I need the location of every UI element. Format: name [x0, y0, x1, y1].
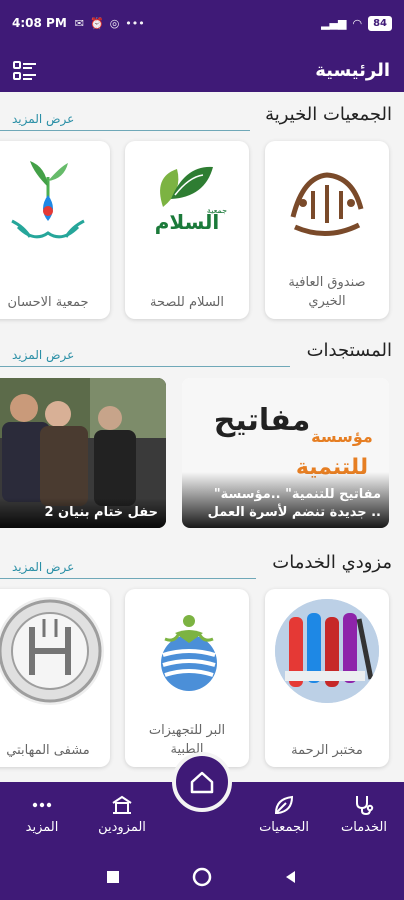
provider-card[interactable]: البر للتجهيزات الطبية [125, 589, 249, 767]
more-horizontal-icon [32, 802, 52, 808]
section-news-header: المستجدات عرض المزيد [0, 340, 404, 370]
signal-icon: ▂▄▆ [321, 16, 347, 30]
charity-name: السلام للصحة [149, 295, 224, 310]
page-title: الرئيسية [315, 60, 390, 81]
section-title: المستجدات [306, 340, 392, 361]
building-icon [112, 795, 132, 814]
logo-line-2: مفاتيح [214, 403, 311, 438]
app-header: الرئيسية [0, 50, 404, 94]
provider-name: البر للتجهيزات الطبية [148, 723, 226, 757]
show-more-link[interactable]: عرض المزيد [12, 112, 74, 126]
provider-logo [135, 599, 239, 703]
show-more-link[interactable]: عرض المزيد [12, 348, 74, 362]
provider-card[interactable]: مختبر الرحمة [265, 589, 389, 767]
divider [0, 366, 290, 367]
provider-card[interactable]: مشفى المهابتي [0, 589, 110, 767]
news-card[interactable]: مؤسسة مفاتيح للتنمية "مفاتيح للتنمية" ..… [182, 378, 389, 528]
charity-card[interactable]: جمعية الاحسان [0, 141, 110, 319]
nav-providers[interactable]: المزودين [82, 790, 162, 835]
news-caption: "مفاتيح للتنمية" ..مؤسسة جديدة تنضم لأسر… [182, 472, 389, 528]
system-navigation-bar [0, 854, 404, 900]
charity-logo [0, 147, 102, 255]
status-bar: 4:08 PM ✉ ⏰ ◎ ••• ▂▄▆ ◠ 84 [0, 0, 404, 46]
section-title: مزودي الخدمات [272, 552, 392, 573]
message-icon: ✉ [74, 16, 84, 30]
home-circle-icon[interactable] [192, 867, 212, 887]
charity-card[interactable]: صندوق العافية الخيري [265, 141, 389, 319]
provider-name: مختبر الرحمة [291, 743, 363, 758]
home-button[interactable] [172, 752, 232, 812]
more-dots-icon: ••• [125, 16, 145, 30]
divider [0, 130, 250, 131]
leaf-icon [274, 795, 294, 814]
recents-icon[interactable] [105, 869, 121, 885]
top-bar: 4:08 PM ✉ ⏰ ◎ ••• ▂▄▆ ◠ 84 الرئيسية [0, 0, 404, 92]
charity-logo: السلام جمعية [133, 147, 241, 255]
salam-logo-small-text: جمعية [207, 206, 227, 215]
section-charities-header: الجمعيات الخيرية عرض المزيد [0, 104, 404, 134]
section-providers-header: مزودي الخدمات عرض المزيد [0, 552, 404, 582]
status-time: 4:08 PM [12, 16, 67, 30]
provider-name: مشفى المهابتي [6, 743, 90, 758]
logo-line-1: مؤسسة [311, 427, 373, 446]
stethoscope-icon [356, 796, 374, 816]
nav-services[interactable]: الخدمات [324, 790, 404, 835]
wifi-icon: ◠ [352, 16, 363, 30]
notification-icons: ✉ ⏰ ◎ ••• [75, 17, 145, 30]
charity-card[interactable]: السلام جمعية السلام للصحة [125, 141, 249, 319]
charity-name: صندوق العافية الخيري [288, 275, 366, 309]
provider-logo [275, 599, 379, 703]
list-menu-icon [13, 61, 36, 80]
news-caption: حفل ختام بنيان 2 [0, 498, 166, 528]
nav-societies[interactable]: الجمعيات [244, 790, 324, 835]
nav-providers-label: المزودين [98, 820, 146, 835]
whatsapp-icon: ◎ [109, 16, 120, 30]
menu-button[interactable] [12, 58, 38, 84]
nav-more[interactable]: المزيد [2, 790, 82, 835]
nav-societies-label: الجمعيات [259, 820, 309, 835]
nav-more-label: المزيد [25, 820, 59, 835]
home-icon [190, 771, 214, 794]
nav-services-label: الخدمات [341, 820, 387, 835]
charity-logo [273, 147, 381, 255]
back-icon[interactable] [283, 869, 299, 885]
alarm-icon: ⏰ [89, 16, 104, 30]
provider-logo [0, 597, 104, 705]
battery-indicator: 84 [368, 15, 392, 31]
show-more-link[interactable]: عرض المزيد [12, 560, 74, 574]
news-card[interactable]: حفل ختام بنيان 2 [0, 378, 166, 528]
charity-name: جمعية الاحسان [7, 295, 89, 310]
divider [0, 578, 256, 579]
section-title: الجمعيات الخيرية [265, 104, 392, 125]
